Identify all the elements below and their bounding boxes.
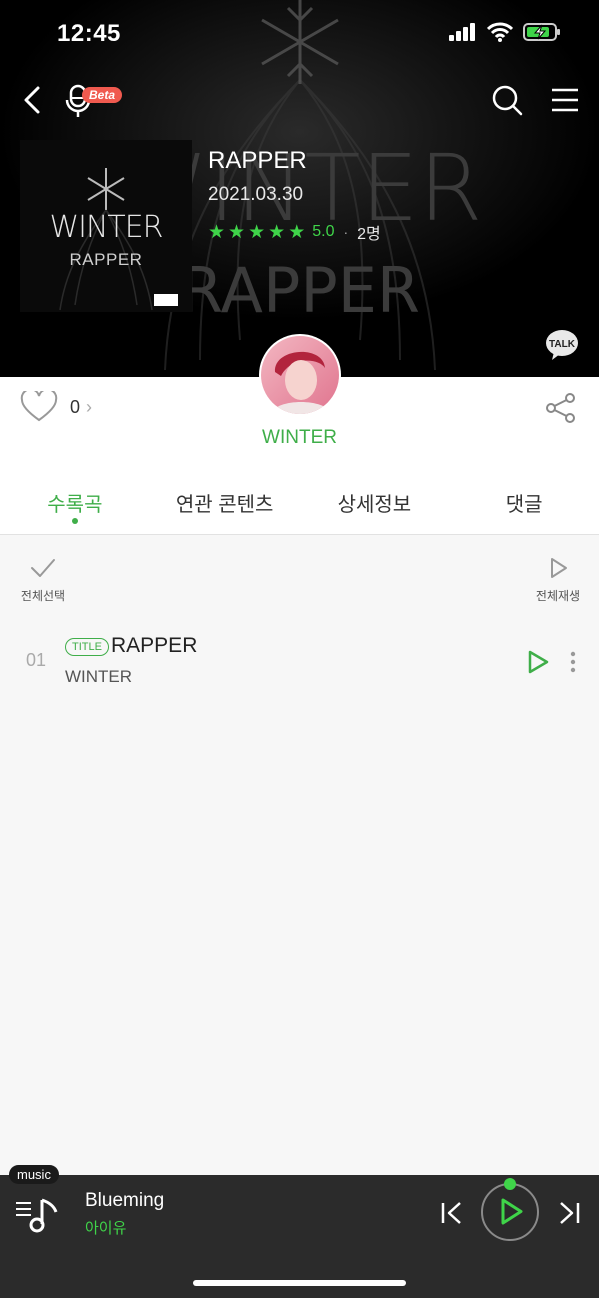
tab-tracks[interactable]: 수록곡 [0, 470, 150, 534]
play-pause-button[interactable] [481, 1183, 539, 1241]
artist-name-link[interactable]: WINTER [0, 427, 599, 449]
menu-icon[interactable] [549, 84, 583, 116]
star-icon: ★ [208, 221, 226, 243]
tab-comments-label: 댓글 [505, 494, 543, 516]
status-bar: 12:45 [0, 0, 599, 64]
battery-charging-icon [523, 23, 560, 41]
rating-score: 5.0 [312, 223, 335, 240]
play-icon [501, 1198, 523, 1225]
content-tabs: 수록곡 연관 콘텐츠 상세정보 댓글 [0, 470, 599, 535]
artist-avatar[interactable] [259, 334, 341, 416]
home-indicator [193, 1280, 406, 1286]
share-icon[interactable] [545, 392, 577, 424]
rating[interactable]: ★ ★ ★ ★ ★ 5.0 · 2명 [208, 220, 381, 244]
playlist-icon[interactable] [14, 1194, 60, 1234]
now-playing-song[interactable]: Blueming [85, 1190, 164, 1212]
title-track-badge: TITLE [65, 638, 109, 656]
star-icon: ★ [228, 221, 246, 243]
album-hero: WINTER RAPPER 12:45 Beta WINTER RAPPER R… [0, 0, 599, 377]
heart-icon [20, 391, 58, 422]
track-play-icon[interactable] [526, 649, 550, 675]
play-icon [551, 558, 567, 578]
play-all-button[interactable]: 전체재생 [530, 556, 586, 604]
play-all-label: 전체재생 [535, 589, 581, 603]
star-icon: ★ [288, 221, 306, 243]
top-navigation: Beta [0, 78, 599, 122]
tab-related-content-label: 연관 콘텐츠 [175, 494, 274, 516]
artist-photo [261, 336, 339, 414]
star-icon: ★ [248, 221, 266, 243]
mini-player: Blueming 아이유 [0, 1175, 599, 1298]
album-cover[interactable]: WINTER RAPPER [20, 140, 192, 312]
track-title: RAPPER [111, 634, 198, 657]
status-time: 12:45 [57, 20, 121, 47]
track-artist: WINTER [65, 667, 133, 686]
playback-progress-dot [504, 1178, 516, 1190]
tab-tracks-label: 수록곡 [47, 494, 103, 516]
tab-details[interactable]: 상세정보 [300, 470, 450, 534]
checkmark-icon [31, 559, 55, 577]
now-playing-artist[interactable]: 아이유 [85, 1217, 126, 1238]
tab-comments[interactable]: 댓글 [449, 470, 599, 534]
wifi-icon [487, 22, 513, 42]
kakao-talk-button[interactable]: TALK [545, 328, 579, 362]
hero-bg-text-bottom: RAPPER [180, 254, 420, 327]
cellular-signal-icon [449, 23, 475, 41]
parental-advisory-logo [154, 294, 178, 306]
status-icons [449, 22, 561, 42]
next-track-icon[interactable] [555, 1199, 583, 1227]
beta-badge: Beta [82, 87, 123, 103]
active-tab-indicator [71, 518, 78, 524]
music-tag: music [9, 1165, 59, 1184]
track-number: 01 [26, 650, 47, 670]
previous-track-icon[interactable] [438, 1199, 466, 1227]
album-title: RAPPER [208, 147, 307, 174]
cover-title: WINTER [49, 210, 163, 245]
voice-search-button[interactable]: Beta [64, 82, 123, 120]
select-all-label: 전체선택 [20, 589, 66, 603]
star-icon: ★ [268, 221, 286, 243]
release-date: 2021.03.30 [208, 184, 304, 205]
tab-details-label: 상세정보 [337, 494, 412, 516]
back-icon[interactable] [18, 82, 48, 118]
search-icon[interactable] [490, 82, 524, 118]
like-button[interactable]: 0 › [20, 390, 92, 424]
track-row[interactable]: 01 TITLE RAPPER WINTER [0, 620, 599, 694]
rating-separator: · [343, 224, 349, 240]
like-count: 0 [70, 396, 81, 417]
talk-label: TALK [549, 339, 576, 350]
select-all-button[interactable]: 전체선택 [16, 556, 70, 604]
rating-count: 2명 [357, 226, 381, 243]
chevron-right-icon: › [86, 396, 93, 417]
more-options-icon[interactable] [566, 650, 580, 674]
tab-related-content[interactable]: 연관 콘텐츠 [150, 470, 300, 534]
cover-subtitle: RAPPER [69, 250, 143, 269]
